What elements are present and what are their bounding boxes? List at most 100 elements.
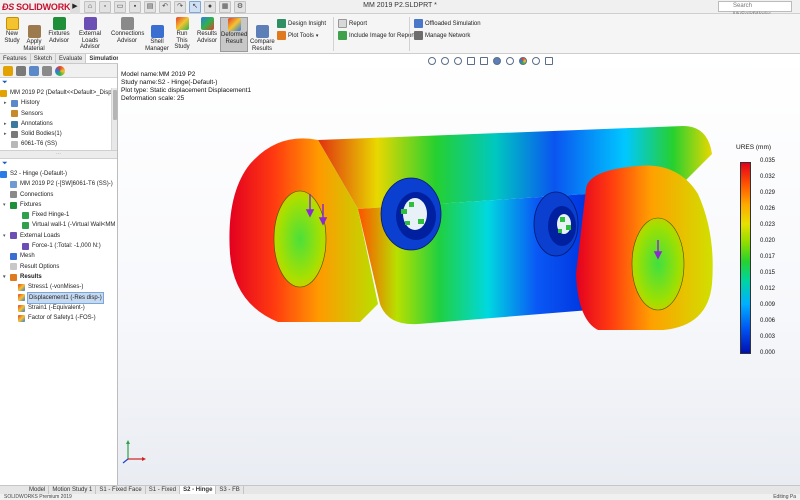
- tree-item-sensors[interactable]: Sensors: [0, 109, 117, 119]
- manage-network-button[interactable]: Manage Network: [414, 31, 470, 40]
- external-loads-advisor-button[interactable]: External Loads Advisor: [72, 17, 108, 51]
- study-result-options[interactable]: Result Options: [0, 262, 117, 272]
- study-fixtures[interactable]: ▾ Fixtures: [0, 200, 117, 210]
- filter-icon[interactable]: ⏷: [0, 78, 117, 88]
- tree-item-annotations[interactable]: ▸ Annotations: [0, 119, 117, 129]
- shell-manager-button[interactable]: Shell Manager: [145, 25, 169, 52]
- tab-features[interactable]: Features: [0, 54, 31, 63]
- featuremanager-tab-icon[interactable]: [3, 66, 13, 76]
- right-pin-hole: [631, 217, 685, 311]
- new-study-button[interactable]: New Study: [3, 17, 21, 44]
- plot-icon: [18, 304, 25, 312]
- tree-item-material[interactable]: 6061-T6 (SS): [0, 139, 117, 149]
- design-insight-button[interactable]: Design Insight: [277, 19, 326, 28]
- annotations-icon: [11, 120, 18, 128]
- plot-tools-icon: [277, 31, 286, 40]
- new-study-icon: [5, 17, 19, 30]
- propertymanager-tab-icon[interactable]: [16, 66, 26, 76]
- include-image-icon: [338, 31, 347, 40]
- results-advisor-button[interactable]: Results Advisor: [196, 17, 218, 44]
- axis-triad: [122, 440, 146, 464]
- collapse-arrow-icon: ▾: [3, 201, 6, 208]
- study-mesh[interactable]: Mesh: [0, 251, 117, 261]
- result-options-icon: [10, 263, 17, 271]
- tree-root[interactable]: MM 2019 P2 (Default<<Default>_Disp: [0, 88, 117, 98]
- tab-model[interactable]: Model: [26, 486, 50, 494]
- virtual-wall-icon: [22, 222, 29, 230]
- result-stress[interactable]: Stress1 (-vonMises-): [0, 282, 117, 292]
- plot-icon: [18, 314, 25, 322]
- expand-arrow-icon: ▸: [4, 100, 7, 107]
- legend-tick-label: 0.020: [760, 238, 776, 244]
- part-body-icon: [10, 180, 17, 188]
- fixed-hinge-icon: [22, 211, 29, 219]
- study-virtual-wall[interactable]: Virtual wall-1 (-Virtual Wall<MM: [0, 220, 117, 230]
- report-button[interactable]: Report: [338, 19, 367, 28]
- search-input[interactable]: Search MySolidWorks: [718, 1, 792, 18]
- title-bar: ƉS SOLIDWORKS ▶ ⌂ ▫ ▭ ▪ ▤ ↶ ↷ ↖ ● ▦ ⚙ MM …: [0, 0, 800, 18]
- tab-s1-fixed[interactable]: S1 - Fixed: [146, 486, 181, 494]
- run-study-button[interactable]: Run This Study: [171, 17, 193, 51]
- study-external-loads[interactable]: ▾ External Loads: [0, 231, 117, 241]
- study-force[interactable]: Force-1 (:Total: -1,000 N:): [0, 241, 117, 251]
- legend-tick-label: 0.017: [760, 254, 776, 260]
- deformed-result-icon: [227, 18, 241, 31]
- study-results[interactable]: ▾ Results: [0, 272, 117, 282]
- expand-arrow-icon: ▸: [4, 131, 7, 138]
- tree-item-history[interactable]: ▸ History: [0, 98, 117, 108]
- shell-icon: [150, 25, 164, 38]
- command-tabs: Features Sketch Evaluate Simulation: [0, 54, 125, 64]
- mesh-icon: [10, 253, 17, 261]
- collapse-arrow-icon: ▾: [3, 232, 6, 239]
- displacement-model[interactable]: [118, 54, 800, 485]
- fixtures-advisor-button[interactable]: Fixtures Advisor: [47, 17, 71, 44]
- dimxpert-tab-icon[interactable]: [42, 66, 52, 76]
- result-strain[interactable]: Strain1 (-Equivalent-): [0, 303, 117, 313]
- run-icon: [175, 17, 189, 30]
- tab-sketch[interactable]: Sketch: [31, 54, 57, 63]
- tab-motion-study[interactable]: Motion Study 1: [49, 486, 97, 494]
- chevron-down-icon: ▾: [315, 32, 319, 39]
- compare-results-button[interactable]: Compare Results: [250, 25, 275, 52]
- legend-tick-label: 0.000: [760, 350, 776, 356]
- tab-evaluate[interactable]: Evaluate: [56, 54, 87, 63]
- study-tree: S2 - Hinge (-Default-) MM 2019 P2 (-[SW]…: [0, 169, 117, 323]
- include-image-button[interactable]: Include Image for Report: [338, 31, 415, 40]
- document-title: MM 2019 P2.SLDPRT *: [363, 2, 437, 9]
- material-icon: [27, 25, 41, 38]
- connections-icon: [10, 191, 17, 199]
- feature-manager-panel: ⏷ MM 2019 P2 (Default<<Default>_Disp ▸ Hi…: [0, 64, 118, 485]
- study-fixed-hinge[interactable]: Fixed Hinge-1: [0, 210, 117, 220]
- offloaded-simulation-button[interactable]: Offloaded Simulation: [414, 19, 481, 28]
- status-mode: Editing Pa: [773, 494, 796, 500]
- legend-tick-label: 0.012: [760, 286, 776, 292]
- tree-item-solid-bodies[interactable]: ▸ Solid Bodies(1): [0, 129, 117, 139]
- apply-material-button[interactable]: Apply Material: [22, 25, 46, 52]
- legend-title: URES (mm): [736, 144, 772, 151]
- panel-splitter[interactable]: ⋯: [0, 150, 117, 159]
- deformed-result-button[interactable]: Deformed Result: [220, 17, 248, 52]
- tab-s2-hinge[interactable]: S2 - Hinge: [180, 486, 217, 494]
- result-displacement[interactable]: Displacement1 (-Res disp-): [0, 291, 117, 304]
- command-manager-ribbon: New Study Apply Material Fixtures Adviso…: [0, 14, 800, 54]
- filter-icon[interactable]: ⏷: [0, 159, 117, 169]
- plot-tools-button[interactable]: Plot Tools ▾: [277, 31, 318, 40]
- result-fos[interactable]: Factor of Safety1 (-FOS-): [0, 313, 117, 323]
- part-icon: [0, 89, 7, 97]
- document-tabs: Model Motion Study 1 S1 - Fixed Face S1 …: [0, 485, 800, 494]
- display-manager-tab-icon[interactable]: [55, 66, 65, 76]
- feature-tree-scrollbar[interactable]: [111, 88, 117, 150]
- graphics-area[interactable]: Model name:MM 2019 P2 Study name:S2 - Hi…: [118, 54, 800, 485]
- connections-advisor-button[interactable]: Connections Advisor: [111, 17, 144, 44]
- study-connections[interactable]: Connections: [0, 190, 117, 200]
- ribbon-separator: [409, 17, 410, 51]
- tab-s3-fb[interactable]: S3 - FB: [216, 486, 244, 494]
- study-root[interactable]: S2 - Hinge (-Default-): [0, 169, 117, 179]
- legend-tick-label: 0.026: [760, 206, 776, 212]
- configuration-tab-icon[interactable]: [29, 66, 39, 76]
- external-loads-icon: [10, 232, 17, 240]
- collapse-arrow-icon: ▾: [3, 273, 6, 280]
- tab-s1-fixed-face[interactable]: S1 - Fixed Face: [96, 486, 146, 494]
- study-part[interactable]: MM 2019 P2 (-[SW]6061-T6 (SS)-): [0, 179, 117, 189]
- design-insight-icon: [277, 19, 286, 28]
